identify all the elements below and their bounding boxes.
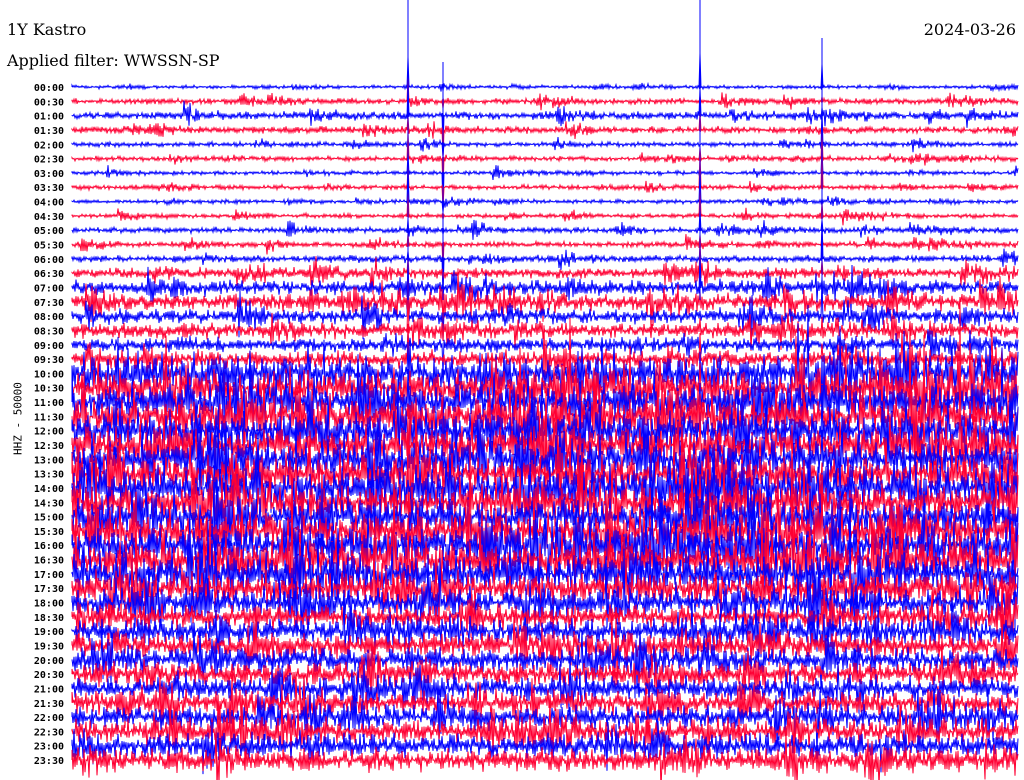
row-tick-label: 02:00 <box>34 140 64 151</box>
row-tick-label: 19:00 <box>34 627 64 638</box>
row-tick-label: 00:30 <box>34 97 64 108</box>
row-tick-label: 11:00 <box>34 398 64 409</box>
row-tick-label: 22:30 <box>34 727 64 738</box>
row-tick-label: 11:30 <box>34 412 64 423</box>
row-tick-label: 13:30 <box>34 470 64 481</box>
trace-row-0430 <box>71 186 1019 226</box>
row-tick-label: 10:00 <box>34 369 64 380</box>
row-tick-label: 22:00 <box>34 713 64 724</box>
row-tick-label: 05:00 <box>34 226 64 237</box>
row-tick-label: 15:00 <box>34 513 64 524</box>
trace-row-0530 <box>71 232 1019 270</box>
helicorder-plot: 00:00 00:30 01:00 01:30 02:00 02:30 03:00 03:30… <box>34 0 1019 780</box>
row-tick-label: 09:00 <box>34 341 64 352</box>
trace-row-0130 <box>71 112 1019 160</box>
row-tick-label: 03:30 <box>34 183 64 194</box>
row-tick-label: 14:30 <box>34 498 64 509</box>
row-tick-label: 05:30 <box>34 241 64 252</box>
row-tick-label: 12:00 <box>34 427 64 438</box>
row-tick-label: 06:30 <box>34 269 64 280</box>
row-tick-label: 01:00 <box>34 112 64 123</box>
trace-row-0230 <box>71 130 1019 193</box>
row-tick-label: 07:00 <box>34 283 64 294</box>
row-tick-label: 14:00 <box>34 484 64 495</box>
row-tick-label: 00:00 <box>34 83 64 94</box>
row-tick-label: 15:30 <box>34 527 64 538</box>
row-tick-label: 12:30 <box>34 441 64 452</box>
row-tick-label: 07:30 <box>34 298 64 309</box>
row-tick-label: 13:00 <box>34 455 64 466</box>
row-tick-label: 06:00 <box>34 255 64 266</box>
trace-row-0100 <box>71 78 1019 149</box>
row-tick-label: 21:00 <box>34 684 64 695</box>
row-tick-label: 17:00 <box>34 570 64 581</box>
row-tick-label: 09:30 <box>34 355 64 366</box>
row-tick-label: 04:00 <box>34 198 64 209</box>
trace-row-0830 <box>71 290 1019 351</box>
row-tick-label: 21:30 <box>34 699 64 710</box>
row-tick-label: 16:30 <box>34 556 64 567</box>
row-tick-label: 18:00 <box>34 599 64 610</box>
row-tick-label: 23:30 <box>34 756 64 767</box>
trace-row-0730 <box>71 268 1019 330</box>
row-tick-label: 23:00 <box>34 742 64 753</box>
row-tick-label: 01:30 <box>34 126 64 137</box>
row-tick-label: 04:30 <box>34 212 64 223</box>
row-tick-label: 08:00 <box>34 312 64 323</box>
row-tick-label: 19:30 <box>34 641 64 652</box>
row-tick-label: 08:30 <box>34 326 64 337</box>
row-tick-label: 10:30 <box>34 384 64 395</box>
row-tick-label: 18:30 <box>34 613 64 624</box>
row-tick-label: 16:00 <box>34 541 64 552</box>
row-tick-label: 02:30 <box>34 155 64 166</box>
row-tick-label: 20:00 <box>34 656 64 667</box>
row-tick-label: 03:00 <box>34 169 64 180</box>
row-tick-label: 20:30 <box>34 670 64 681</box>
trace-row-0000 <box>71 53 1019 93</box>
trace-row-0030 <box>71 76 1019 111</box>
row-tick-label: 17:30 <box>34 584 64 595</box>
